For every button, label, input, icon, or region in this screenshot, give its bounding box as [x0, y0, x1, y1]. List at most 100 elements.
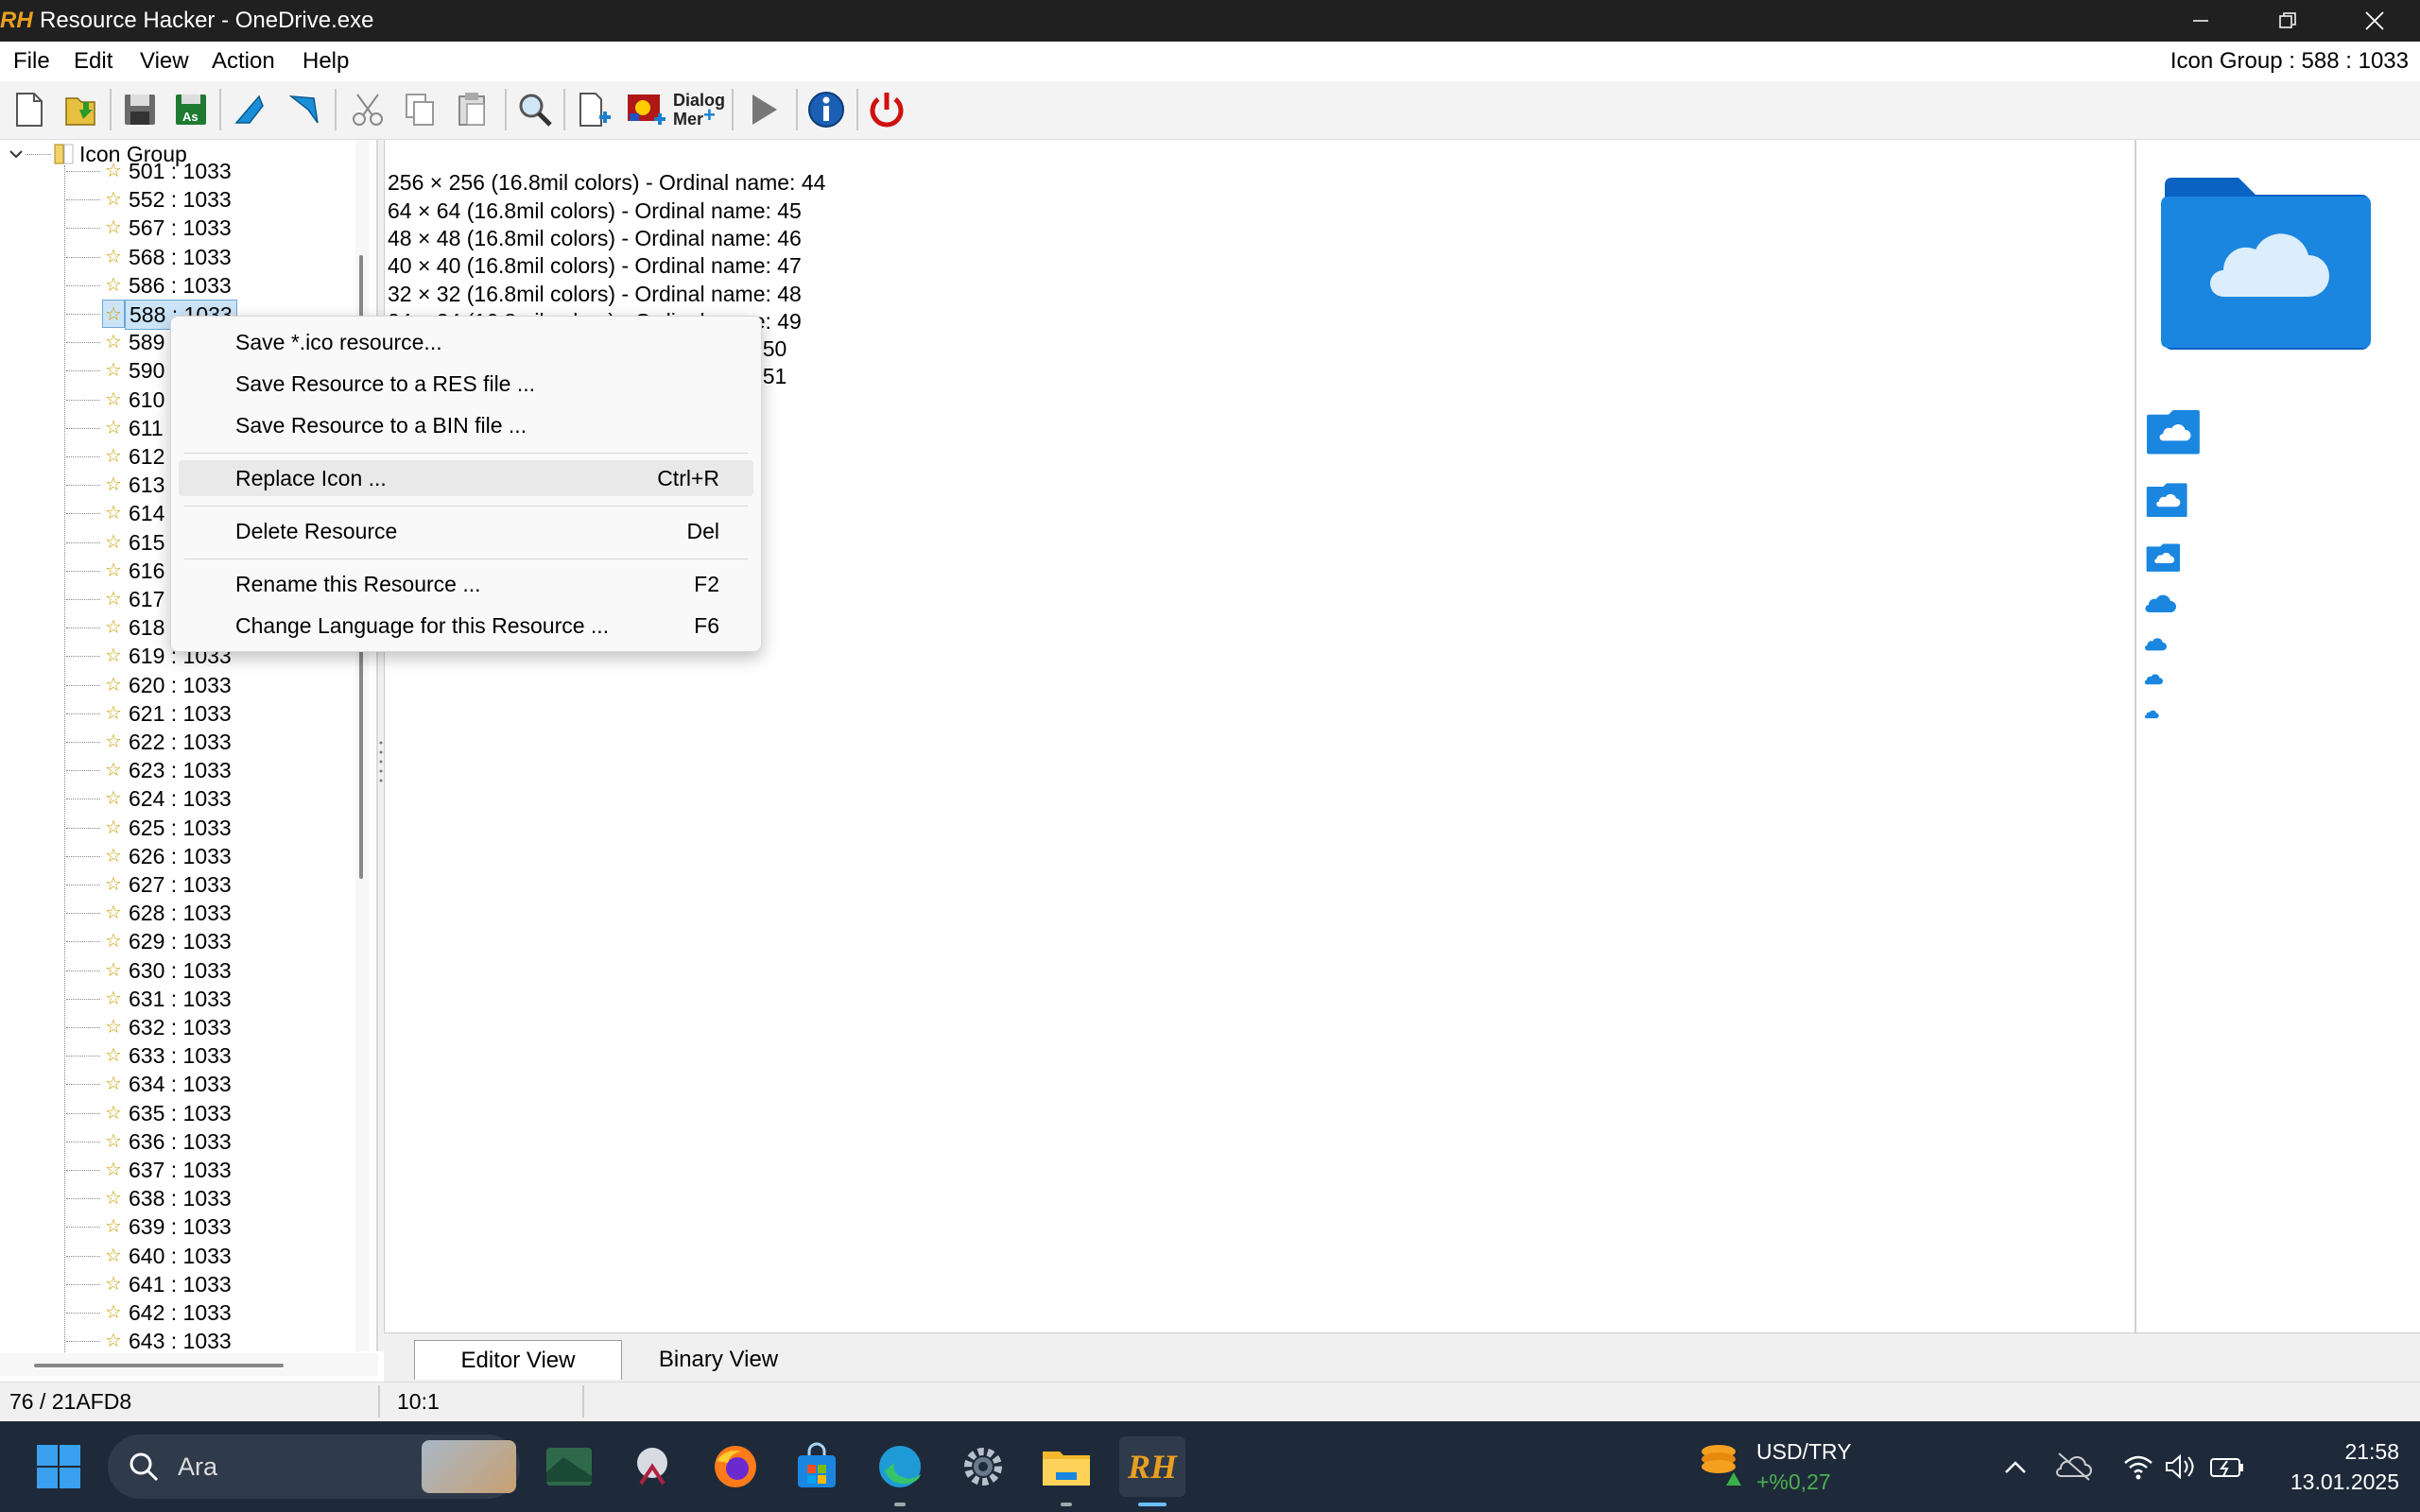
- tree-connector: [66, 199, 100, 200]
- show-hidden-icons-chevron-icon[interactable]: [1998, 1450, 2032, 1484]
- tree-item[interactable]: ☆ 625 : 1033: [0, 814, 342, 842]
- tree-item[interactable]: ☆ 640 : 1033: [0, 1242, 342, 1270]
- tab-binary-view[interactable]: Binary View: [624, 1340, 813, 1380]
- tab-editor-view[interactable]: Editor View: [414, 1340, 622, 1380]
- add-image-button[interactable]: [624, 87, 669, 132]
- open-file-button[interactable]: [59, 87, 104, 132]
- context-menu-item[interactable]: Save Resource to a BIN file ...: [179, 407, 753, 443]
- context-menu-item[interactable]: Save Resource to a RES file ...: [179, 366, 753, 402]
- clock-time[interactable]: 21:58: [2288, 1436, 2399, 1467]
- tree-item[interactable]: ☆ 634 : 1033: [0, 1070, 342, 1098]
- paste-button[interactable]: [450, 87, 495, 132]
- tree-item[interactable]: ☆ 624 : 1033: [0, 784, 342, 813]
- onedrive-tray-icon[interactable]: [2055, 1450, 2093, 1484]
- taskbar-app-resource-hacker[interactable]: RH: [1119, 1436, 1185, 1497]
- tree-item[interactable]: ☆ 636 : 1033: [0, 1127, 342, 1156]
- tree-item[interactable]: ☆ 501 : 1033: [0, 157, 342, 185]
- back-button[interactable]: [227, 87, 272, 132]
- taskbar-app-file-explorer[interactable]: [1036, 1436, 1097, 1497]
- tree-item-label: 568 : 1033: [129, 245, 232, 269]
- tree-item[interactable]: ☆ 643 : 1033: [0, 1327, 342, 1353]
- taskbar-app-firefox[interactable]: [705, 1436, 766, 1497]
- taskbar-app-edge[interactable]: [870, 1436, 930, 1497]
- onedrive-cloud-icon-32: [2144, 593, 2176, 614]
- forward-button[interactable]: [282, 87, 327, 132]
- menu-file[interactable]: File: [13, 42, 50, 81]
- coins-icon: [1696, 1436, 1747, 1487]
- star-icon: ☆: [105, 589, 122, 610]
- context-menu-item[interactable]: Replace Icon ... Ctrl+R: [179, 460, 753, 496]
- minimize-button[interactable]: [2157, 0, 2244, 42]
- taskbar-app-snipping[interactable]: [622, 1436, 683, 1497]
- tree-item[interactable]: ☆ 638 : 1033: [0, 1184, 342, 1212]
- wifi-icon[interactable]: [2121, 1450, 2155, 1484]
- menu-help[interactable]: Help: [302, 42, 349, 81]
- tree-item[interactable]: ☆ 626 : 1033: [0, 842, 342, 870]
- tree-item[interactable]: ☆ 631 : 1033: [0, 985, 342, 1013]
- add-resource-button[interactable]: [571, 87, 616, 132]
- menu-view[interactable]: View: [140, 42, 189, 81]
- new-file-icon: [16, 93, 43, 127]
- tree-item[interactable]: ☆ 629 : 1033: [0, 927, 342, 955]
- tree-item[interactable]: ☆ 641 : 1033: [0, 1270, 342, 1298]
- tree-item[interactable]: ☆ 552 : 1033: [0, 185, 342, 214]
- tree-connector: [66, 1084, 100, 1085]
- context-menu-item[interactable]: Rename this Resource ... F2: [179, 566, 753, 602]
- find-button[interactable]: [512, 87, 558, 132]
- menu-edit[interactable]: Edit: [74, 42, 112, 81]
- start-button[interactable]: [28, 1436, 89, 1497]
- tree-item[interactable]: ☆ 622 : 1033: [0, 728, 342, 756]
- tree-item[interactable]: ☆ 639 : 1033: [0, 1212, 342, 1241]
- run-script-button[interactable]: [741, 87, 786, 132]
- tree-item-label: 611: [129, 416, 164, 440]
- exit-button[interactable]: [864, 87, 909, 132]
- tree-item-label: 615: [129, 530, 165, 555]
- taskbar-app-settings[interactable]: [953, 1436, 1013, 1497]
- volume-icon[interactable]: [2163, 1450, 2197, 1484]
- menu-action[interactable]: Action: [212, 42, 275, 81]
- tree-item-label: 552 : 1033: [129, 187, 232, 212]
- tree-item[interactable]: ☆ 635 : 1033: [0, 1099, 342, 1127]
- context-menu-item[interactable]: Delete Resource Del: [179, 513, 753, 549]
- new-file-button[interactable]: [6, 87, 51, 132]
- tree-item[interactable]: ☆ 637 : 1033: [0, 1156, 342, 1184]
- tree-item[interactable]: ☆ 567 : 1033: [0, 214, 342, 242]
- taskbar-app-store[interactable]: [786, 1436, 847, 1497]
- restore-button[interactable]: [2244, 0, 2331, 42]
- tree-item[interactable]: ☆ 628 : 1033: [0, 899, 342, 927]
- tree-item[interactable]: ☆ 620 : 1033: [0, 671, 342, 699]
- tree-item-label: 636 : 1033: [129, 1129, 232, 1154]
- copy-button[interactable]: [397, 87, 442, 132]
- tree-item[interactable]: ☆ 630 : 1033: [0, 956, 342, 985]
- tree-item[interactable]: ☆ 621 : 1033: [0, 699, 342, 728]
- tree-item-label: 643 : 1033: [129, 1329, 232, 1353]
- close-button[interactable]: [2331, 0, 2418, 42]
- tree-item-label: 586 : 1033: [129, 273, 232, 298]
- landscape-app-icon: [546, 1448, 592, 1486]
- minimize-icon: [2193, 20, 2208, 22]
- context-menu-item-label: Rename this Resource ...: [235, 572, 481, 596]
- tree-item[interactable]: ☆ 568 : 1033: [0, 243, 342, 271]
- clock-date[interactable]: 13.01.2025: [2259, 1467, 2399, 1497]
- tree-item[interactable]: ☆ 586 : 1033: [0, 271, 342, 300]
- tree-item[interactable]: ☆ 627 : 1033: [0, 870, 342, 899]
- context-menu-item-label: Change Language for this Resource ...: [235, 613, 610, 638]
- context-menu-item[interactable]: Save *.ico resource...: [179, 324, 753, 360]
- save-as-button[interactable]: As: [168, 87, 214, 132]
- battery-icon[interactable]: [2208, 1450, 2246, 1484]
- tree-hscroll-thumb[interactable]: [34, 1364, 284, 1367]
- tree-item[interactable]: ☆ 642 : 1033: [0, 1298, 342, 1327]
- taskbar-app-terminal[interactable]: [539, 1436, 599, 1497]
- tree-item[interactable]: ☆ 623 : 1033: [0, 756, 342, 784]
- tree-item[interactable]: ☆ 632 : 1033: [0, 1013, 342, 1041]
- save-button[interactable]: [117, 87, 163, 132]
- toolbar-separator: [110, 89, 112, 130]
- star-icon: ☆: [105, 731, 122, 752]
- tree-item[interactable]: ☆ 633 : 1033: [0, 1041, 342, 1070]
- dialog-merger-button[interactable]: Dialog Mer +: [673, 87, 728, 132]
- cut-button[interactable]: [346, 87, 391, 132]
- info-button[interactable]: [804, 87, 849, 132]
- context-menu-item[interactable]: Change Language for this Resource ... F6: [179, 608, 753, 644]
- currency-widget-title[interactable]: USD/TRY: [1756, 1436, 1852, 1467]
- editor-line: 40 × 40 (16.8mil colors) - Ordinal name:…: [388, 253, 802, 278]
